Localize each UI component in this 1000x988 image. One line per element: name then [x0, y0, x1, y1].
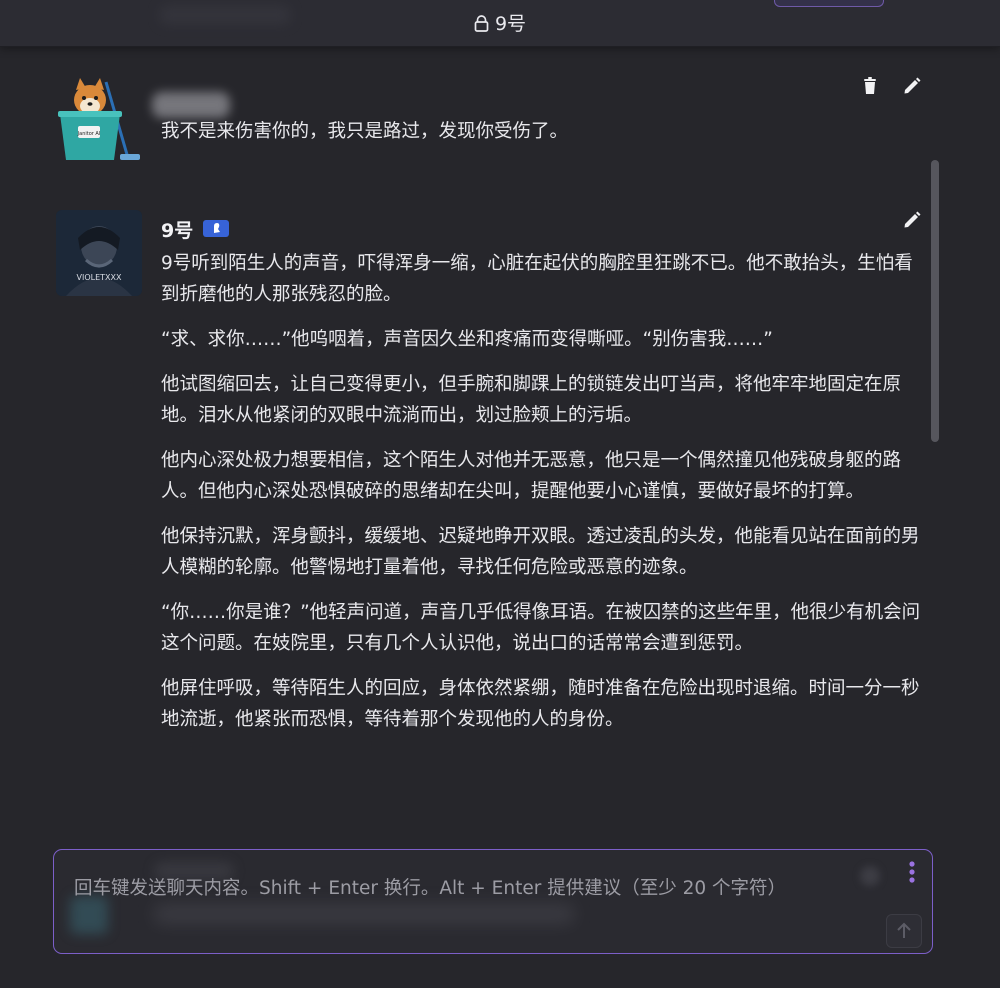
- message-text: 我不是来伤害你的，我只是路过，发现你受伤了。: [161, 116, 921, 161]
- message-user: Janitor AI 我不是来伤害你的，我只是路过，发现你受伤了。: [56, 76, 926, 172]
- message-paragraph: “求、求你……”他呜咽着，声音因久坐和疼痛而变得嘶哑。“别伤害我……”: [161, 329, 773, 350]
- scrollbar-thumb[interactable]: [931, 160, 939, 442]
- vertical-dots-icon: [909, 861, 915, 883]
- blurred-text: [154, 904, 574, 924]
- sender-name-text: 9号: [161, 220, 194, 242]
- message-paragraph: 9号听到陌生人的声音，吓得浑身一缩，心脏在起伏的胸腔里狂跳不已。他不敢抬头，生怕…: [161, 253, 913, 305]
- character-avatar[interactable]: VIOLETXXX: [56, 210, 142, 296]
- message-paragraph: 他内心深处极力想要相信，这个陌生人对他并无恶意，他只是一个偶然撞见他残破身躯的路…: [161, 450, 902, 502]
- pencil-icon: [904, 211, 921, 228]
- lock-icon: [474, 15, 489, 37]
- pencil-icon: [904, 77, 921, 94]
- edit-button[interactable]: [902, 76, 924, 98]
- message-paragraph: “你……你是谁？”他轻声问道，声音几乎低得像耳语。在被囚禁的这些年里，他很少有机…: [161, 602, 921, 654]
- message-paragraph: 他屏住呼吸，等待陌生人的回应，身体依然紧绷，随时准备在危险出现时退缩。时间一分一…: [161, 678, 920, 730]
- avatar-caption: Janitor AI: [77, 131, 101, 137]
- message-text: 9号听到陌生人的声音，吓得浑身一缩，心脏在起伏的胸腔里狂跳不已。他不敢抬头，生怕…: [161, 248, 921, 749]
- sender-name-redacted: [152, 92, 230, 118]
- message-paragraph: 我不是来伤害你的，我只是路过，发现你受伤了。: [161, 121, 569, 142]
- chat-page: 9号 Janitor AI 我不是来伤害你的，我只是路过，发现你受伤了。 VIO…: [0, 0, 1000, 988]
- chat-title-text: 9号: [494, 13, 527, 35]
- user-avatar[interactable]: Janitor AI: [56, 76, 142, 162]
- chat-composer: [53, 849, 933, 954]
- chat-title: 9号: [0, 9, 1000, 37]
- character-avatar-icon: VIOLETXXX: [56, 210, 142, 296]
- arrow-up-icon: [897, 922, 911, 938]
- shiba-bucket-avatar-icon: Janitor AI: [58, 78, 140, 160]
- message-character: VIOLETXXX 9号 9号听到陌生人的声音，吓得浑身一缩，心脏在起伏的胸腔里…: [56, 210, 926, 820]
- chat-header: 9号: [0, 0, 1000, 47]
- edit-button[interactable]: [902, 210, 924, 232]
- avatar-caption: VIOLETXXX: [77, 273, 122, 282]
- delete-button[interactable]: [860, 76, 882, 98]
- sender-name: 9号: [161, 216, 230, 243]
- send-button[interactable]: [886, 914, 922, 948]
- blurred-header-button[interactable]: [774, 0, 884, 7]
- message-paragraph: 他保持沉默，浑身颤抖，缓缓地、迟疑地睁开双眼。透过凌乱的头发，他能看见站在面前的…: [161, 526, 920, 578]
- trash-icon: [864, 77, 876, 94]
- message-paragraph: 他试图缩回去，让自己变得更小，但手腕和脚踝上的锁链发出叮当声，将他牢牢地固定在原…: [161, 374, 902, 426]
- more-options-button[interactable]: [904, 860, 920, 884]
- chat-input[interactable]: [74, 874, 874, 904]
- bot-badge-icon: [203, 220, 230, 237]
